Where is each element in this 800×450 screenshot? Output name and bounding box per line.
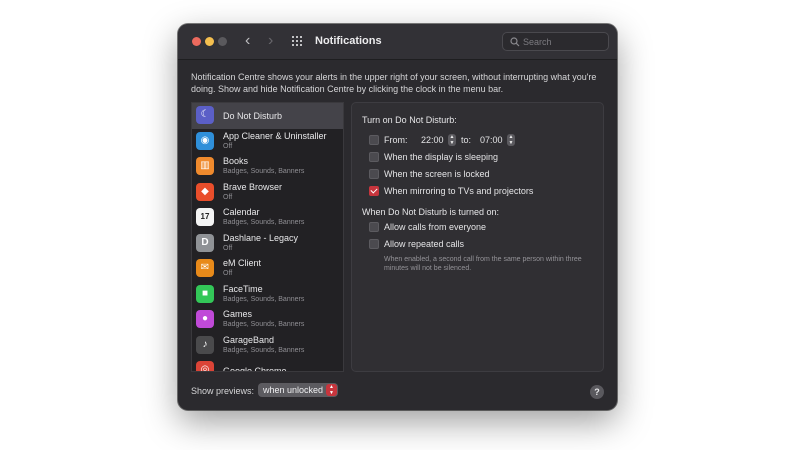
from-time-field[interactable]: 22:00	[421, 134, 444, 146]
do-not-disturb-panel: Turn on Do Not Disturb: From: 22:00 ▲ ▼ t…	[351, 102, 604, 372]
app-list-item[interactable]: ▥ Books Badges, Sounds, Banners	[192, 154, 343, 180]
app-notification-style: Off	[223, 244, 233, 252]
show-previews-select[interactable]: when unlocked ▲ ▼	[258, 383, 338, 397]
schedule-checkbox[interactable]	[369, 135, 379, 145]
repeated-calls-checkbox[interactable]	[369, 239, 379, 249]
when-on-heading: When Do Not Disturb is turned on:	[362, 207, 500, 217]
minimize-window-button[interactable]	[205, 37, 214, 46]
app-name: Calendar	[223, 207, 260, 217]
dashlane-icon: D	[196, 233, 214, 252]
app-list-item[interactable]: ◎ Google Chrome	[192, 358, 343, 372]
screen-locked-option[interactable]: When the screen is locked	[369, 168, 599, 180]
display-sleeping-option[interactable]: When the display is sleeping	[369, 151, 599, 163]
app-notification-style: Badges, Sounds, Banners	[223, 346, 305, 354]
app-notification-style: Off	[223, 142, 233, 150]
book-icon: ▥	[196, 157, 214, 175]
mirroring-option[interactable]: When mirroring to TVs and projectors	[369, 185, 599, 197]
chevron-right-icon[interactable]: ›	[268, 33, 273, 49]
turn-on-heading: Turn on Do Not Disturb:	[362, 115, 457, 125]
app-name: Google Chrome	[223, 366, 287, 372]
show-previews-label: Show previews:	[191, 386, 255, 396]
schedule-row: From: 22:00 ▲ ▼ to: 07:00 ▲ ▼	[369, 134, 599, 146]
moon-icon: ☾	[196, 106, 214, 124]
repeated-calls-option[interactable]: Allow repeated calls	[369, 238, 599, 250]
app-name: Dashlane - Legacy	[223, 232, 299, 243]
games-icon: ●	[196, 310, 214, 328]
app-notification-style: Badges, Sounds, Banners	[223, 295, 305, 303]
window-title: Notifications	[315, 35, 382, 47]
app-list-item[interactable]: ◆ Brave Browser Off	[192, 180, 343, 206]
screen-locked-label: When the screen is locked	[384, 169, 490, 179]
calls-everyone-label: Allow calls from everyone	[384, 222, 487, 232]
brave-lion-icon: ◆	[196, 182, 214, 201]
display-sleeping-label: When the display is sleeping	[384, 152, 499, 162]
mirroring-label: When mirroring to TVs and projectors	[384, 186, 534, 196]
zoom-window-button[interactable]	[218, 37, 227, 46]
app-name: Books	[223, 156, 249, 166]
chrome-icon: ◎	[196, 361, 214, 371]
search-icon	[510, 37, 520, 47]
app-name: eM Client	[223, 258, 262, 268]
guitar-icon: ♪	[196, 335, 214, 354]
show-previews-value: when unlocked	[263, 385, 324, 395]
system-preferences-window: ‹ › Notifications Notification Centre sh…	[178, 24, 617, 410]
repeated-calls-label: Allow repeated calls	[384, 239, 465, 249]
app-notification-style: Badges, Sounds, Banners	[223, 168, 305, 175]
app-cleaner-icon: ◉	[196, 131, 214, 150]
display-sleeping-checkbox[interactable]	[369, 152, 379, 162]
help-button[interactable]: ?	[590, 385, 604, 399]
calls-everyone-option[interactable]: Allow calls from everyone	[369, 221, 599, 233]
chevron-left-icon[interactable]: ‹	[245, 33, 250, 49]
app-list-item[interactable]: 17 Calendar Badges, Sounds, Banners	[192, 205, 343, 231]
to-label: to:	[461, 135, 472, 145]
mirroring-checkbox[interactable]	[369, 186, 379, 196]
search-input[interactable]	[523, 33, 607, 50]
app-list-item[interactable]: ● Games Badges, Sounds, Banners	[192, 307, 343, 333]
screen-locked-checkbox[interactable]	[369, 169, 379, 179]
notification-centre-description: Notification Centre shows your alerts in…	[191, 72, 597, 94]
app-name: FaceTime	[223, 283, 263, 294]
video-camera-icon: ■	[196, 284, 214, 303]
close-window-button[interactable]	[192, 37, 201, 46]
search-field[interactable]	[502, 32, 609, 51]
app-notification-style: Off	[223, 193, 233, 201]
to-time-field[interactable]: 07:00	[480, 134, 503, 146]
repeated-calls-note: When enabled, a second call from the sam…	[384, 256, 582, 272]
app-name: Games	[223, 309, 253, 319]
app-list-item[interactable]: ✉ eM Client Off	[192, 256, 343, 282]
calendar-icon: 17	[196, 208, 214, 226]
from-label: From:	[384, 135, 408, 145]
chevron-updown-icon: ▲ ▼	[326, 384, 337, 396]
from-time-stepper[interactable]: ▲ ▼	[448, 134, 456, 146]
app-list[interactable]: ☾ Do Not Disturb ◉ App Cleaner & Uninstalle…	[191, 102, 344, 372]
show-all-grid-icon[interactable]	[292, 36, 304, 48]
calls-everyone-checkbox[interactable]	[369, 222, 379, 232]
title-bar: ‹ › Notifications	[178, 24, 617, 60]
to-time-stepper[interactable]: ▲ ▼	[507, 134, 515, 146]
app-name: Brave Browser	[223, 181, 283, 192]
app-list-item[interactable]: D Dashlane - Legacy Off	[192, 231, 343, 257]
app-list-item[interactable]: ♪ GarageBand Badges, Sounds, Banners	[192, 333, 343, 359]
app-notification-style: Badges, Sounds, Banners	[223, 219, 305, 226]
app-name: GarageBand	[223, 334, 275, 345]
app-notification-style: Badges, Sounds, Banners	[223, 321, 305, 328]
app-list-item[interactable]: ■ FaceTime Badges, Sounds, Banners	[192, 282, 343, 308]
app-name: Do Not Disturb	[223, 111, 283, 121]
app-notification-style: Off	[223, 270, 233, 277]
envelope-icon: ✉	[196, 259, 214, 277]
app-name: App Cleaner & Uninstaller	[223, 130, 327, 141]
app-list-item[interactable]: ◉ App Cleaner & Uninstaller Off	[192, 129, 343, 155]
app-list-item[interactable]: ☾ Do Not Disturb	[192, 103, 343, 129]
